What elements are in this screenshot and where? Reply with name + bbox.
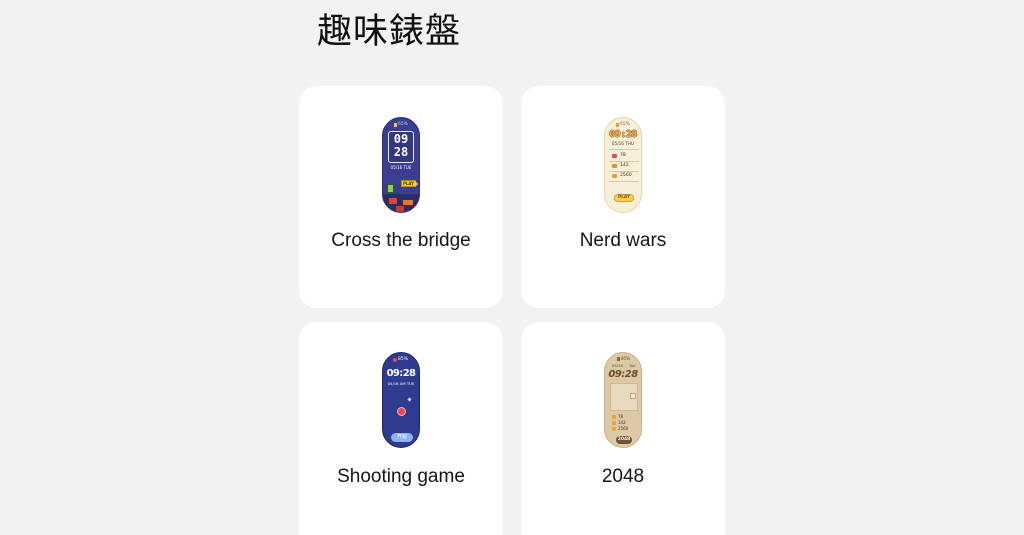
battery-level: 85% (621, 356, 630, 361)
date-text: 05/16 THU (611, 141, 635, 146)
star-icon (407, 397, 412, 402)
time-text: 09:28 (608, 369, 638, 380)
divider (609, 149, 639, 150)
shooting-game-watch-preview: 85% 09:28 05/16 AM TUE 开始 (382, 352, 420, 448)
pixel-character-icon (387, 184, 394, 193)
watch-face-name: Shooting game (337, 466, 465, 487)
brick-icon (389, 198, 397, 204)
stat-value: 78 (620, 153, 626, 158)
time-box: 09 28 (388, 131, 414, 163)
battery-bolt-icon (616, 123, 619, 127)
flame-icon (612, 421, 616, 425)
stat-value: 2560 (620, 173, 632, 178)
watch-face-card-nerd-wars[interactable]: 65% 09:28 05/16 THU 78 142 2560 PLAY Ner… (521, 86, 725, 308)
grid-tile (630, 393, 636, 399)
play-badge: PLAY (614, 194, 634, 202)
battery-level: 85% (398, 357, 409, 362)
stat-value: 142 (620, 163, 629, 168)
stat-value: 142 (618, 420, 626, 425)
watch-face-name: Nerd wars (579, 230, 667, 251)
divider (609, 181, 639, 182)
arrow-icon (415, 181, 418, 187)
2048-badge: 2048 (616, 436, 632, 444)
divider (609, 161, 639, 162)
nerd-wars-watch-preview: 65% 09:28 05/16 THU 78 142 2560 PLAY (604, 117, 642, 213)
stat-value: 2560 (618, 426, 629, 431)
brick-icon (403, 200, 413, 205)
watch-face-name: 2048 (601, 466, 645, 487)
watch-face-card-2048[interactable]: 85% 05/16 Tue 09:28 78 142 2560 2048 204… (521, 322, 725, 535)
start-badge: 开始 (391, 433, 413, 442)
battery-bolt-icon (617, 357, 620, 361)
time-text: 09:28 (609, 129, 637, 140)
date-text: 05/16 TUE (390, 165, 412, 170)
2048-watch-preview: 85% 05/16 Tue 09:28 78 142 2560 2048 (604, 352, 642, 448)
battery-level: 65% (398, 122, 409, 127)
target-icon (397, 407, 406, 416)
clock-icon (612, 427, 616, 431)
stat-value: 78 (618, 414, 624, 419)
steps-icon (612, 174, 617, 178)
time-text: 09:28 (386, 368, 416, 379)
page-title: 趣味錶盤 (317, 12, 462, 52)
divider (609, 171, 639, 172)
watch-face-card-shooting-game[interactable]: 85% 09:28 05/16 AM TUE 开始 Shooting game (299, 322, 503, 535)
watch-face-name: Cross the bridge (331, 230, 471, 251)
steps-icon (612, 415, 616, 419)
battery-bolt-icon (394, 123, 397, 127)
brick-icon (396, 206, 404, 212)
weekday-text: Tue (629, 363, 636, 368)
battery-level: 65% (620, 122, 631, 127)
cross-the-bridge-watch-preview: 65% 09 28 05/16 TUE PLAY (382, 117, 420, 213)
date-text: 05/16 AM TUE (387, 381, 415, 386)
date-text: 05/16 (612, 363, 623, 368)
flame-icon (612, 164, 617, 168)
heart-icon (612, 154, 617, 158)
time-minute: 28 (393, 145, 409, 159)
play-badge: PLAY (401, 180, 416, 187)
battery-dot-icon (393, 358, 397, 362)
watch-face-card-cross-the-bridge[interactable]: 65% 09 28 05/16 TUE PLAY Cross the bridg… (299, 86, 503, 308)
